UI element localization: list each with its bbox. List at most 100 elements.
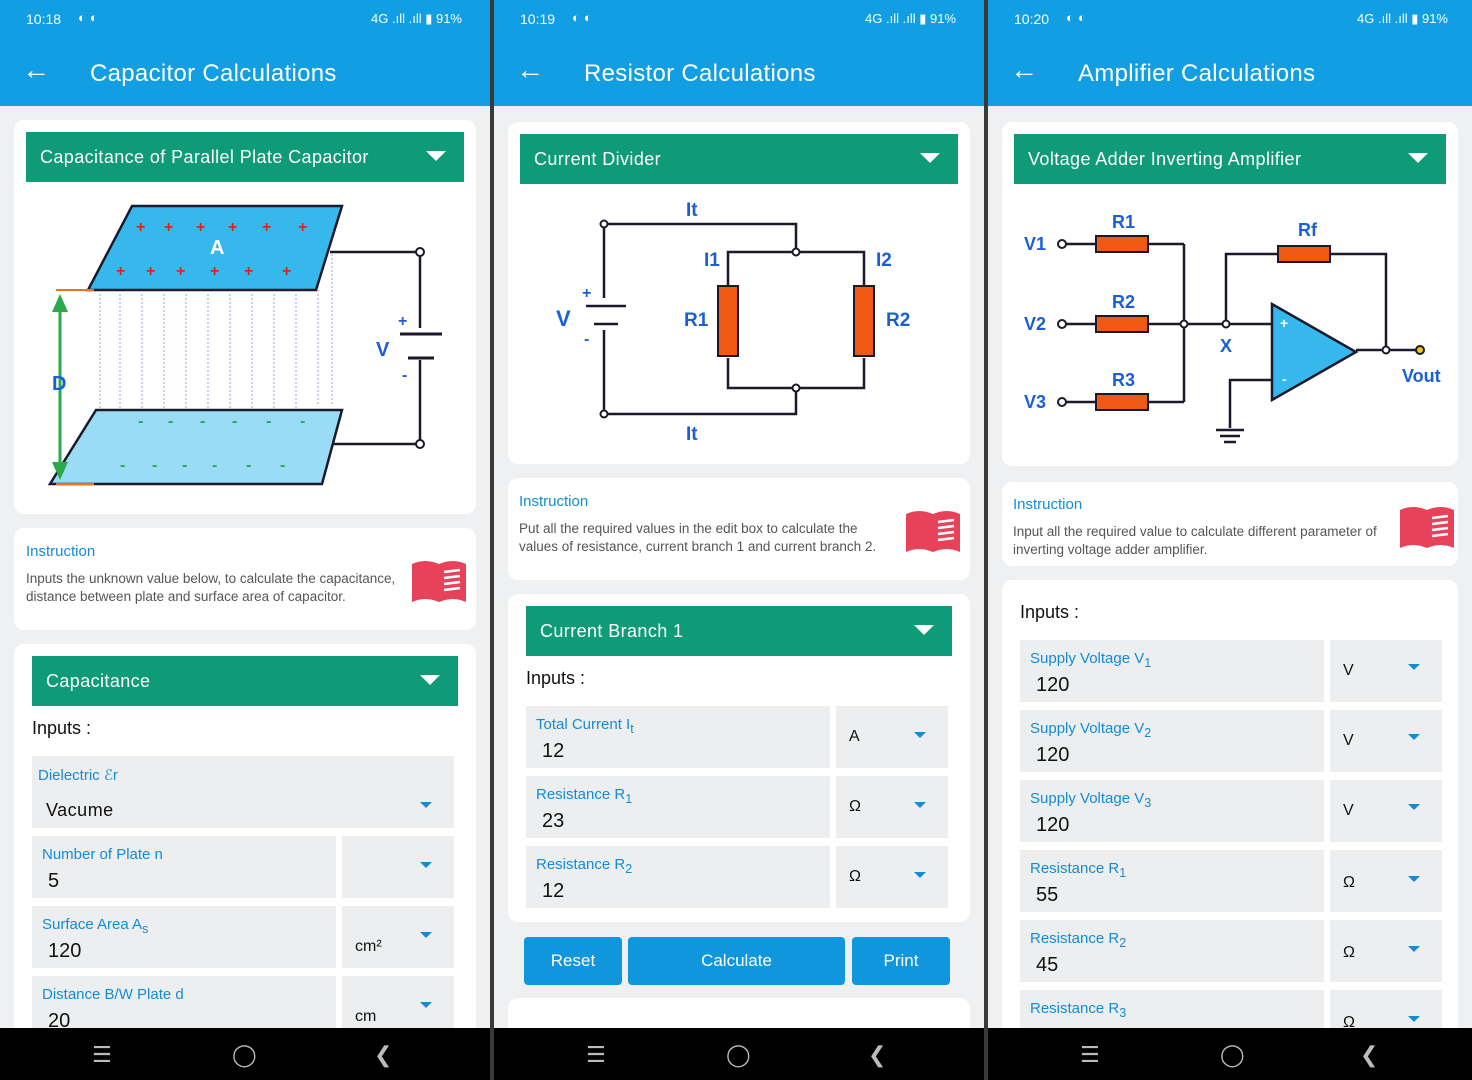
page-title: Amplifier Calculations [1078, 60, 1316, 87]
field-value: 120 [1036, 674, 1070, 696]
r2-unit-select[interactable]: Ω [1330, 920, 1442, 982]
calculate-button[interactable]: Calculate [628, 937, 845, 985]
total-current-input[interactable]: Total Current It 12 [526, 706, 830, 768]
x-label: X [1220, 336, 1232, 356]
v2-unit-select[interactable]: V [1330, 710, 1442, 772]
menu-icon[interactable]: ☰ [586, 1042, 606, 1068]
status-bar: 10:18 ◐◐ 4G .ıll .ıll ▮ 91% [0, 0, 490, 38]
v3-label: V3 [1024, 392, 1046, 412]
minus-label: - [402, 367, 407, 384]
plus-label: + [398, 313, 407, 330]
field-label-sub: 1 [1119, 866, 1127, 880]
resistance-r1-input[interactable]: Resistance R1 23 [526, 776, 830, 838]
field-label-text: Resistance R [1030, 1000, 1120, 1017]
unit-value: V [1343, 732, 1354, 749]
book-icon[interactable] [904, 508, 962, 554]
status-time: 10:19 [520, 11, 556, 27]
dielectric-select[interactable]: Dielectric ℰr Vacume [32, 756, 454, 828]
back-icon[interactable]: ❮ [1360, 1042, 1378, 1068]
current-divider-diagram: It It I1 I2 R1 R2 V + - [556, 200, 910, 445]
svg-text:+: + [244, 263, 253, 280]
arrow-left-icon[interactable]: ← [516, 56, 544, 84]
arrow-left-icon[interactable]: ← [1010, 56, 1038, 84]
r2-unit-select[interactable]: Ω [836, 846, 948, 908]
svg-text:-: - [232, 413, 237, 430]
plates-input[interactable]: Number of Plate n 5 [32, 836, 336, 898]
print-button[interactable]: Print [852, 937, 950, 985]
status-time: 10:18 [26, 11, 62, 27]
r2-label: R2 [1112, 292, 1135, 312]
back-icon[interactable]: ❮ [868, 1042, 886, 1068]
r1-unit-select[interactable]: Ω [836, 776, 948, 838]
field-label-text: Supply Voltage V [1030, 790, 1145, 807]
instruction-text: Inputs the unknown value below, to calcu… [26, 571, 396, 604]
phone-capacitor: 10:18 ◐◐ 4G .ıll .ıll ▮ 91% ← Capacitor … [0, 0, 490, 1080]
caret-down-icon [420, 862, 432, 868]
r3-label: R3 [1112, 370, 1135, 390]
field-label: Supply Voltage V3 [1030, 790, 1151, 810]
field-value: 23 [542, 810, 565, 832]
inputs-label: Inputs : [32, 718, 92, 738]
reset-button[interactable]: Reset [524, 937, 622, 985]
supply-v1-input[interactable]: Supply Voltage V1 120 [1020, 640, 1324, 702]
svg-text:+: + [298, 219, 307, 236]
topic-dropdown[interactable]: Capacitance of Parallel Plate Capacitor [26, 132, 464, 182]
topic-dropdown[interactable]: Current Divider [520, 134, 958, 184]
calc-dropdown[interactable]: Capacitance [32, 656, 458, 706]
field-label-sub: 1 [625, 792, 633, 806]
topic-dropdown[interactable]: Voltage Adder Inverting Amplifier [1014, 134, 1446, 184]
surface-area-input[interactable]: Surface Area As 120 [32, 906, 336, 968]
supply-v2-input[interactable]: Supply Voltage V2 120 [1020, 710, 1324, 772]
menu-icon[interactable]: ☰ [1080, 1042, 1100, 1068]
i1-label: I1 [704, 250, 720, 271]
field-value: 12 [542, 880, 565, 902]
resistance-r2-input[interactable]: Resistance R2 45 [1020, 920, 1324, 982]
svg-text:-: - [280, 457, 285, 474]
app-bar: ← Resistor Calculations [494, 38, 984, 106]
instruction-text: Input all the required value to calculat… [1013, 524, 1377, 557]
svg-text:-: - [200, 413, 205, 430]
field-value: Vacume [46, 800, 114, 820]
v2-label: V2 [1024, 314, 1046, 334]
inputs-label: Inputs : [526, 668, 586, 688]
page-title: Capacitor Calculations [90, 60, 337, 87]
v1-unit-select[interactable]: V [1330, 640, 1442, 702]
supply-v3-input[interactable]: Supply Voltage V3 120 [1020, 780, 1324, 842]
arrow-left-icon[interactable]: ← [22, 56, 50, 84]
surface-area-unit-select[interactable]: cm² [342, 906, 454, 968]
calc-card: Capacitance Inputs : Dielectric ℰr Vacum… [14, 644, 476, 1044]
current-unit-select[interactable]: A [836, 706, 948, 768]
resistance-r1-input[interactable]: Resistance R1 55 [1020, 850, 1324, 912]
book-icon[interactable] [1398, 504, 1456, 550]
home-icon[interactable]: ◯ [232, 1042, 257, 1068]
field-label-sub: 2 [1119, 936, 1127, 950]
v3-unit-select[interactable]: V [1330, 780, 1442, 842]
status-bar: 10:19 ◐◐ 4G .ıll .ıll ▮ 91% [494, 0, 984, 38]
field-label: Distance B/W Plate d [42, 986, 184, 1003]
field-label-text: Resistance R [536, 786, 626, 803]
calc-dropdown[interactable]: Current Branch 1 [526, 606, 952, 656]
instruction-heading: Instruction [1013, 496, 1083, 513]
instruction-text: Put all the required values in the edit … [519, 521, 877, 554]
unit-value: cm² [355, 938, 382, 955]
back-icon[interactable]: ❮ [374, 1042, 392, 1068]
field-label: Resistance R2 [1030, 930, 1126, 950]
screenshot-stage: 10:18 ◐◐ 4G .ıll .ıll ▮ 91% ← Capacitor … [0, 0, 1472, 1080]
field-label: Total Current It [536, 716, 634, 736]
menu-icon[interactable]: ☰ [92, 1042, 112, 1068]
resistance-r2-input[interactable]: Resistance R2 12 [526, 846, 830, 908]
book-icon[interactable] [410, 558, 468, 604]
field-label: Resistance R3 [1030, 1000, 1126, 1020]
home-icon[interactable]: ◯ [726, 1042, 751, 1068]
app-bar: ← Capacitor Calculations [0, 38, 490, 106]
field-label-sub: 3 [1119, 1006, 1127, 1020]
field-label: Surface Area As [42, 916, 148, 936]
plates-unit-select[interactable] [342, 836, 454, 898]
status-right: 4G .ıll .ıll ▮ 91% [1357, 11, 1448, 26]
r1-unit-select[interactable]: Ω [1330, 850, 1442, 912]
field-value: 55 [1036, 884, 1059, 906]
nav-bar: ☰ ◯ ❮ [494, 1028, 984, 1080]
svg-text:-: - [300, 413, 305, 430]
home-icon[interactable]: ◯ [1220, 1042, 1245, 1068]
unit-value: Ω [1343, 944, 1355, 961]
